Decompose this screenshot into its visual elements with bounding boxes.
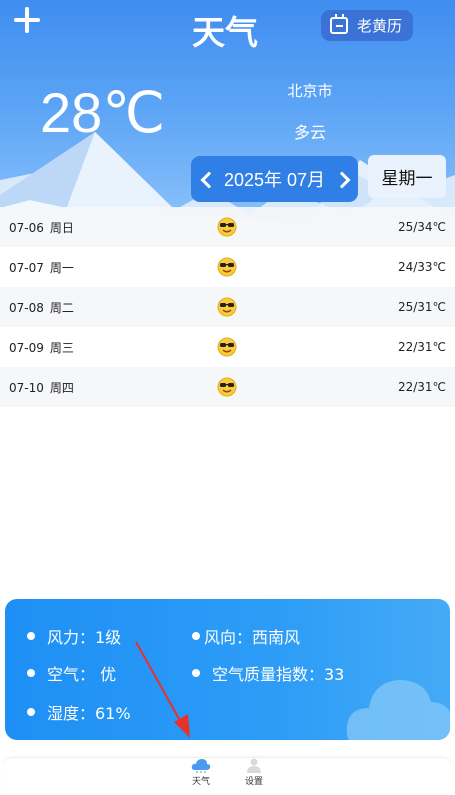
chevron-left-icon[interactable] (199, 171, 213, 187)
forecast-weekday: 周四 (49, 380, 74, 395)
nav-settings-label: 设置 (244, 777, 263, 787)
app-title: 天气 (192, 13, 258, 52)
forecast-row: 07-08 周二 25/31℃ (0, 287, 455, 327)
forecast-weekday: 周三 (49, 340, 74, 355)
bottom-navigation: 天气 设置 (3, 757, 452, 795)
sunglasses-sun-icon (217, 257, 237, 277)
forecast-row: 07-10 周四 22/31℃ (0, 367, 455, 407)
month-picker: 2025年 07月 (191, 156, 358, 202)
forecast-weekday: 周日 (49, 220, 74, 235)
user-icon (247, 758, 261, 773)
forecast-date: 07-06 (9, 220, 44, 235)
humidity: 湿度：61% (27, 700, 131, 724)
nav-weather[interactable]: 天气 (181, 758, 221, 787)
header-background: 天气 老黄历 28℃ 北京市 多云 2025年 07月 星期一 (0, 0, 455, 226)
forecast-temp-range: 22/31℃ (397, 340, 446, 354)
forecast-date: 07-10 (9, 380, 44, 395)
forecast-temp-range: 24/33℃ (397, 260, 446, 274)
forecast-row: 07-07 周一 24/33℃ (0, 247, 455, 287)
forecast-temp-range: 25/34℃ (397, 220, 446, 234)
sunglasses-sun-icon (217, 377, 237, 397)
sunglasses-sun-icon (217, 297, 237, 317)
forecast-row: 07-06 周日 25/34℃ (0, 207, 455, 247)
city-name: 北京市 (287, 82, 333, 100)
air-quality: 空气： 优 (27, 661, 116, 685)
almanac-button[interactable]: 老黄历 (321, 10, 413, 41)
wind-direction: 风向：西南风 (192, 624, 300, 648)
nav-weather-label: 天气 (191, 777, 210, 787)
forecast-weekday: 周一 (49, 260, 74, 275)
forecast-date: 07-07 (9, 260, 44, 275)
forecast-temp-range: 22/31℃ (397, 380, 446, 394)
forecast-row: 07-09 周三 22/31℃ (0, 327, 455, 367)
add-city-button[interactable] (14, 7, 40, 33)
calendar-icon (330, 14, 348, 34)
forecast-weekday: 周二 (49, 300, 74, 315)
forecast-date: 07-09 (9, 340, 44, 355)
month-label: 2025年 07月 (223, 170, 326, 190)
nav-settings[interactable]: 设置 (234, 758, 274, 787)
wind-power: 风力：1级 (27, 624, 121, 648)
chevron-right-icon[interactable] (336, 171, 350, 187)
sunglasses-sun-icon (217, 217, 237, 237)
annotation-arrow (135, 641, 190, 738)
forecast-date: 07-08 (9, 300, 44, 315)
aqi-index: 空气质量指数：33 (192, 661, 344, 685)
weather-app-screen: 天气 老黄历 28℃ 北京市 多云 2025年 07月 星期一 07-06 周日 … (0, 0, 455, 795)
sunglasses-sun-icon (217, 337, 237, 357)
weather-details-card: 风力：1级 风向：西南风 空气： 优 空气质量指数：33 湿度：61% (5, 599, 450, 740)
current-temperature: 28℃ (40, 81, 166, 144)
almanac-label: 老黄历 (357, 17, 403, 35)
cloud-icon (191, 759, 211, 773)
weekday-badge: 星期一 (368, 155, 446, 198)
weather-condition: 多云 (293, 123, 326, 142)
cloud-decoration (346, 680, 450, 740)
forecast-list: 07-06 周日 25/34℃ 07-07 周一 24/33℃ 07-08 周二 25… (0, 207, 455, 407)
forecast-temp-range: 25/31℃ (397, 300, 446, 314)
